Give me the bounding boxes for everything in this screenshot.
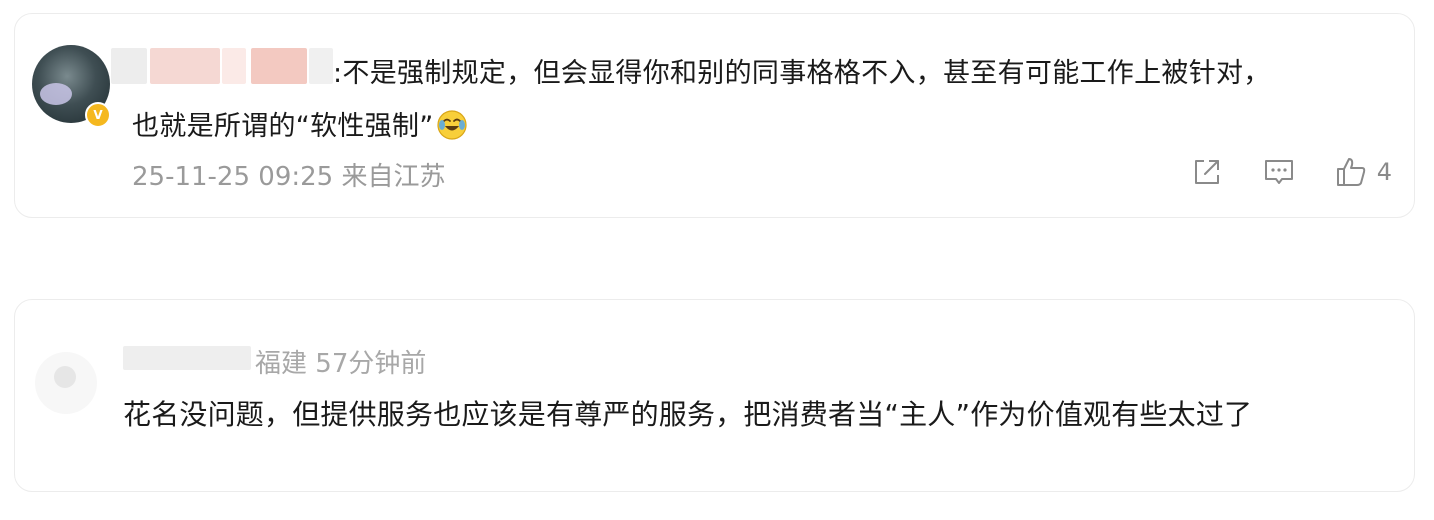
comment-actions: 4 bbox=[1190, 155, 1392, 189]
username-redacted[interactable] bbox=[123, 346, 251, 370]
location: 福建 bbox=[255, 349, 308, 379]
username-redacted[interactable] bbox=[222, 48, 246, 84]
timestamp: 25-11-25 09:25 bbox=[132, 162, 334, 192]
verified-badge-icon: V bbox=[85, 102, 111, 128]
timestamp: 57分钟前 bbox=[315, 349, 427, 379]
laughing-crying-emoji-icon bbox=[436, 110, 467, 140]
comment-icon[interactable] bbox=[1262, 155, 1296, 189]
username-redacted[interactable] bbox=[309, 48, 333, 84]
username-redacted[interactable] bbox=[251, 48, 307, 84]
share-icon[interactable] bbox=[1190, 155, 1224, 189]
comment-text: 花名没问题，但提供服务也应该是有尊严的服务，把消费者当“主人”作为价值观有些太过… bbox=[123, 398, 1253, 431]
comment-text-continued: 也就是所谓的“软性强制” bbox=[132, 104, 468, 143]
location: 来自江苏 bbox=[341, 162, 446, 192]
comment-card: V :不是强制规定，但会显得你和别的同事格格不入，甚至有可能工作上被针对， 也就… bbox=[14, 13, 1415, 218]
comment-text-line2: 也就是所谓的“软性强制” bbox=[132, 111, 434, 142]
like-count: 4 bbox=[1376, 158, 1392, 186]
comment-card: 福建 57分钟前 花名没问题，但提供服务也应该是有尊严的服务，把消费者当“主人”… bbox=[14, 299, 1415, 492]
username-redacted[interactable] bbox=[150, 48, 220, 84]
username-redacted[interactable] bbox=[111, 48, 147, 84]
comment-meta: 25-11-25 09:25 来自江苏 bbox=[132, 156, 446, 193]
avatar-blur bbox=[40, 83, 72, 105]
thumbs-up-icon[interactable] bbox=[1334, 155, 1368, 189]
comment-meta: 福建 57分钟前 bbox=[255, 343, 426, 380]
avatar[interactable] bbox=[35, 352, 97, 414]
avatar-blur bbox=[54, 366, 76, 388]
comment-text: :不是强制规定，但会显得你和别的同事格格不入，甚至有可能工作上被针对， bbox=[333, 58, 1271, 89]
